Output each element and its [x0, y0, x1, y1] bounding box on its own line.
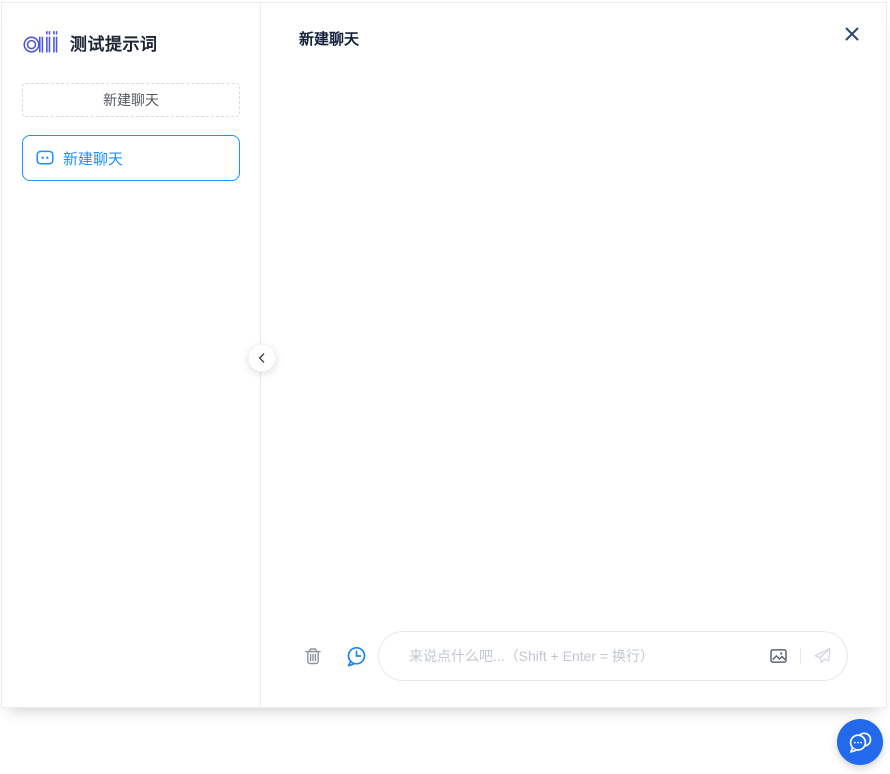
new-chat-button-label: 新建聊天 [103, 92, 159, 108]
composer-actions [769, 647, 832, 666]
chat-header: 新建聊天 [261, 3, 886, 73]
chat-window: 测试提示词 新建聊天 新建聊天 新建聊天 [1, 2, 887, 708]
ai-logo-icon [22, 29, 60, 55]
floating-chat-button[interactable] [837, 719, 883, 765]
chat-bubbles-icon [847, 729, 873, 755]
close-icon [844, 26, 860, 42]
trash-icon [303, 646, 323, 666]
new-chat-button[interactable]: 新建聊天 [22, 83, 240, 117]
message-input-wrapper [378, 631, 848, 681]
history-button[interactable] [345, 645, 368, 668]
composer-divider [800, 648, 801, 664]
send-button[interactable] [813, 647, 832, 666]
chat-bubble-icon [36, 150, 54, 166]
chevron-left-icon [255, 351, 269, 365]
sidebar: 测试提示词 新建聊天 新建聊天 [2, 3, 261, 707]
paper-plane-icon [813, 647, 832, 666]
chat-main: 新建聊天 [261, 3, 886, 707]
app-title: 测试提示词 [70, 34, 158, 54]
chat-history-clock-icon [345, 645, 368, 668]
chat-list-item-label: 新建聊天 [63, 150, 124, 168]
composer-bar [261, 631, 886, 681]
close-button[interactable] [838, 20, 866, 48]
clear-chat-button[interactable] [303, 646, 323, 666]
chat-list-item-active[interactable]: 新建聊天 [22, 135, 240, 181]
image-icon [769, 647, 788, 666]
sidebar-collapse-button[interactable] [248, 344, 276, 372]
logo-row: 测试提示词 [22, 29, 240, 55]
chat-header-title: 新建聊天 [299, 30, 360, 48]
upload-image-button[interactable] [769, 647, 788, 666]
